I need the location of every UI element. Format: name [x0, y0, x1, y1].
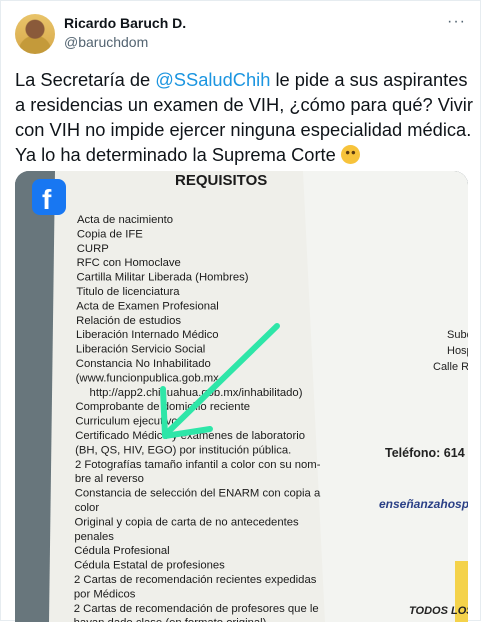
requirement-line: (BH, QS, HIV, EGO) por institución públi…	[75, 444, 291, 456]
requirement-line: http://app2.chihuahua.gob.mx/inhabilitad…	[90, 387, 303, 399]
requirement-line: Constancia de selección del ENARM con co…	[75, 488, 321, 500]
requirement-line: (www.funcionpublica.gob.mx	[76, 372, 220, 384]
requirement-line: Constancia No Inhabilitado	[76, 358, 211, 370]
requirement-line: por Médicos	[74, 588, 136, 600]
requirement-line: bre al reverso	[75, 473, 144, 485]
right-line-3: Calle Ros	[433, 361, 468, 373]
requirement-line: Liberación Internado Médico	[76, 329, 219, 341]
requirement-line: Titulo de licenciatura	[76, 286, 180, 298]
thinking-face-icon	[340, 145, 360, 164]
right-line-1: Subd	[447, 329, 468, 341]
requirement-line: 2 Cartas de recomendación de profesores …	[74, 603, 319, 615]
author-name[interactable]: Ricardo Baruch D.	[64, 15, 186, 31]
tweet-text: La Secretaría de @SSaludChih le pide a s…	[15, 67, 473, 167]
requirement-line: Cartilla Militar Liberada (Hombres)	[77, 272, 249, 284]
requirements-heading: REQUISITOS	[175, 172, 267, 189]
tweet-card[interactable]: Ricardo Baruch D. @baruchdom ··· La Secr…	[0, 0, 481, 622]
footer-text: TODOS LOS	[409, 605, 468, 617]
phone-text: Teléfono: 614 4	[385, 446, 468, 460]
requirement-line: penales	[74, 531, 114, 543]
requirement-line: RFC con Homoclave	[77, 257, 181, 269]
mention-link[interactable]: @SSaludChih	[155, 69, 270, 90]
avatar[interactable]	[15, 14, 55, 54]
requirement-line: Cédula Profesional	[74, 545, 169, 557]
email-text: enseñanzahosp	[379, 497, 468, 511]
tweet-text-start: La Secretaría de	[15, 69, 156, 90]
requirement-line: Acta de Examen Profesional	[76, 300, 219, 312]
photo-canvas: REQUISITOS Acta de nacimiento Copia de IF…	[15, 171, 468, 622]
requirement-line: 2 Cartas de recomendación recientes expe…	[74, 574, 317, 586]
author-handle[interactable]: @baruchdom	[64, 34, 148, 50]
facebook-letter: f	[42, 184, 52, 215]
requirement-line: Acta de nacimiento	[77, 214, 173, 226]
requirement-line: Liberación Servicio Social	[76, 344, 205, 356]
requirement-line: Relación de estudios	[76, 315, 181, 327]
tweet-photo[interactable]: REQUISITOS Acta de nacimiento Copia de IF…	[15, 171, 468, 622]
requirement-line: color	[75, 502, 100, 514]
right-line-2: Hosp	[447, 345, 468, 357]
more-options-icon[interactable]: ···	[447, 13, 466, 31]
requirement-line: Cédula Estatal de profesiones	[74, 560, 225, 572]
facebook-logo-icon: f	[32, 179, 66, 215]
requirement-line: CURP	[77, 243, 109, 255]
requirement-line: hayan dado clase (en formato original)	[74, 617, 267, 622]
requirement-line: Original y copia de carta de no antecede…	[74, 516, 299, 528]
requirement-line: Copia de IFE	[77, 228, 143, 240]
requirement-line: 2 Fotografías tamaño infantil a color co…	[75, 459, 321, 471]
